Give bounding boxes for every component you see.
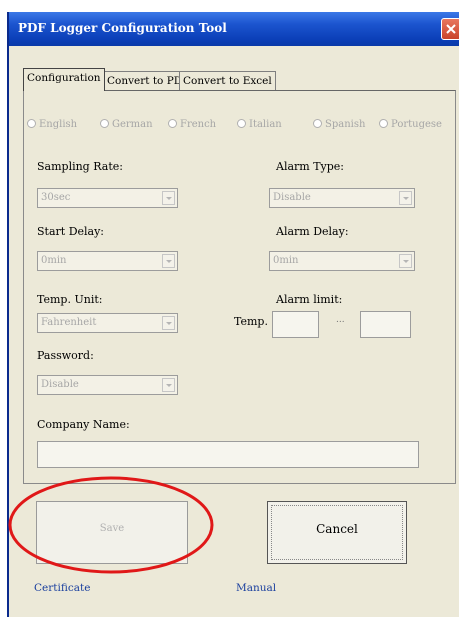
chevron-down-icon bbox=[162, 191, 175, 205]
language-french[interactable]: French bbox=[168, 119, 216, 130]
start-delay-label: Start Delay: bbox=[37, 225, 105, 238]
temp-unit-select[interactable]: Fahrenheit bbox=[37, 313, 178, 333]
config-window: PDF Logger Configuration Tool Configurat… bbox=[7, 12, 459, 617]
tab-configuration[interactable]: Configuration bbox=[23, 68, 105, 91]
company-name-input[interactable] bbox=[37, 441, 419, 468]
save-button[interactable]: Save bbox=[36, 501, 188, 564]
manual-link[interactable]: Manual bbox=[236, 582, 276, 594]
range-separator: ... bbox=[336, 315, 345, 325]
radio-icon bbox=[379, 119, 388, 128]
alarm-limit-label: Alarm limit: bbox=[276, 293, 343, 306]
certificate-link[interactable]: Certificate bbox=[34, 582, 90, 594]
chevron-down-icon bbox=[399, 191, 412, 205]
radio-icon bbox=[168, 119, 177, 128]
radio-icon bbox=[100, 119, 109, 128]
password-select[interactable]: Disable bbox=[37, 375, 178, 395]
sampling-rate-select[interactable]: 30sec bbox=[37, 188, 178, 208]
alarm-delay-select[interactable]: 0min bbox=[269, 251, 415, 271]
title-bar[interactable]: PDF Logger Configuration Tool bbox=[9, 12, 459, 46]
language-english[interactable]: English bbox=[27, 119, 77, 130]
cancel-button[interactable]: Cancel bbox=[267, 501, 407, 564]
sampling-rate-label: Sampling Rate: bbox=[37, 160, 123, 173]
temp-label: Temp. bbox=[234, 315, 268, 328]
password-label: Password: bbox=[37, 349, 94, 362]
language-italian[interactable]: Italian bbox=[237, 119, 282, 130]
chevron-down-icon bbox=[162, 378, 175, 392]
alarm-delay-label: Alarm Delay: bbox=[276, 225, 349, 238]
radio-icon bbox=[237, 119, 246, 128]
language-german[interactable]: German bbox=[100, 119, 153, 130]
alarm-type-select[interactable]: Disable bbox=[269, 188, 415, 208]
window-title: PDF Logger Configuration Tool bbox=[18, 21, 227, 35]
alarm-type-label: Alarm Type: bbox=[276, 160, 345, 173]
tab-convert-excel[interactable]: Convert to Excel bbox=[179, 71, 276, 90]
start-delay-select[interactable]: 0min bbox=[37, 251, 178, 271]
language-portugese[interactable]: Portugese bbox=[379, 119, 442, 130]
alarm-limit-low-input[interactable] bbox=[272, 311, 319, 338]
chevron-down-icon bbox=[162, 254, 175, 268]
close-button[interactable] bbox=[441, 18, 459, 40]
radio-icon bbox=[313, 119, 322, 128]
alarm-limit-high-input[interactable] bbox=[360, 311, 411, 338]
chevron-down-icon bbox=[162, 316, 175, 330]
close-icon bbox=[446, 24, 456, 34]
configuration-panel: English German French Italian Spanish Po… bbox=[23, 90, 456, 484]
temp-unit-label: Temp. Unit: bbox=[37, 293, 103, 306]
company-name-label: Company Name: bbox=[37, 418, 130, 431]
radio-icon bbox=[27, 119, 36, 128]
language-spanish[interactable]: Spanish bbox=[313, 119, 365, 130]
chevron-down-icon bbox=[399, 254, 412, 268]
